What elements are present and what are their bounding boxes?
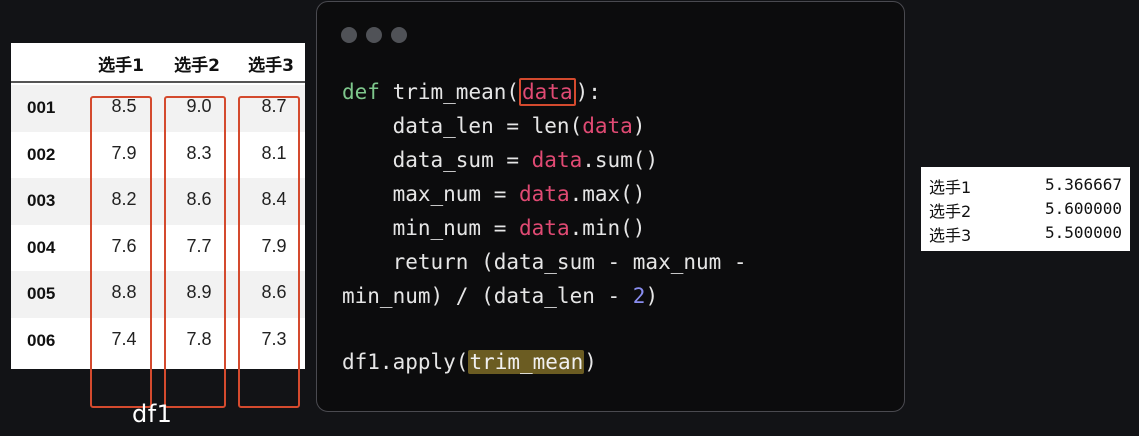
code-text: data_len = len( — [342, 114, 583, 138]
window-dot-icon — [391, 27, 407, 43]
column-highlight-box — [238, 96, 300, 408]
code-text: ) — [584, 350, 597, 374]
result-value: 5.366667 — [1044, 175, 1122, 194]
row-index: 004 — [27, 237, 56, 257]
result-row: 选手3 5.500000 — [929, 222, 1122, 246]
result-label: 选手2 — [929, 202, 972, 221]
code-window: def trim_mean(data): data_len = len(data… — [316, 1, 905, 412]
dataframe-table: 选手1 选手2 选手3 001 8.5 9.0 8.7 002 7.9 8.3 … — [11, 43, 305, 408]
code-text: trim_mean( — [379, 80, 520, 104]
code-text: data_sum = — [342, 148, 532, 172]
result-label: 选手3 — [929, 226, 972, 245]
code-text: return (data_sum - max_num - — [342, 250, 747, 274]
row-index: 005 — [27, 284, 56, 304]
code-number: 2 — [632, 284, 646, 308]
row-index: 003 — [27, 191, 56, 211]
highlighted-argument: data — [519, 78, 576, 106]
code-text: .sum() — [582, 148, 659, 172]
code-line: max_num = data.max() — [342, 182, 646, 206]
code-variable: data — [519, 216, 570, 240]
code-line: data_sum = data.sum() — [342, 148, 659, 172]
column-header: 选手1 — [98, 56, 144, 76]
code-text: df1.apply( — [342, 350, 469, 374]
highlighted-function: trim_mean — [468, 350, 585, 374]
window-dot-icon — [366, 27, 382, 43]
code-text: .max() — [569, 182, 646, 206]
result-value: 5.600000 — [1044, 199, 1122, 218]
code-variable: data — [531, 148, 583, 172]
code-line: data_len = len(data) — [342, 114, 646, 138]
code-variable: data — [582, 114, 633, 138]
result-row: 选手2 5.600000 — [929, 198, 1122, 222]
result-label: 选手1 — [929, 178, 972, 197]
table-header: 选手1 选手2 选手3 — [11, 43, 305, 83]
result-value: 5.500000 — [1044, 223, 1122, 242]
table-caption: df1 — [132, 400, 173, 428]
column-header: 选手2 — [174, 56, 220, 76]
code-text: ) — [632, 114, 646, 138]
code-variable: data — [519, 182, 570, 206]
code-text: max_num = — [342, 182, 520, 206]
row-index: 002 — [27, 144, 56, 164]
code-text: ) — [645, 284, 659, 308]
result-series: 选手1 5.366667 选手2 5.600000 选手3 5.500000 — [921, 167, 1130, 251]
code-line: return (data_sum - max_num - — [342, 250, 747, 274]
row-index: 006 — [27, 331, 56, 350]
result-row: 选手1 5.366667 — [929, 174, 1122, 198]
code-text: min_num) / (data_len - — [342, 284, 633, 308]
window-dot-icon — [341, 27, 357, 43]
code-text: min_num = — [342, 216, 520, 240]
code-text: .min() — [569, 216, 646, 240]
code-line: df1.apply(trim_mean) — [342, 350, 597, 374]
code-keyword: def — [342, 80, 380, 104]
code-line: def trim_mean(data): — [342, 78, 601, 106]
column-highlight-box — [90, 96, 152, 408]
column-highlight-box — [164, 96, 226, 408]
code-line: min_num) / (data_len - 2) — [342, 284, 658, 308]
code-text: ): — [575, 80, 601, 104]
column-header: 选手3 — [248, 56, 294, 76]
row-index: 001 — [27, 98, 56, 117]
code-line: min_num = data.min() — [342, 216, 646, 240]
